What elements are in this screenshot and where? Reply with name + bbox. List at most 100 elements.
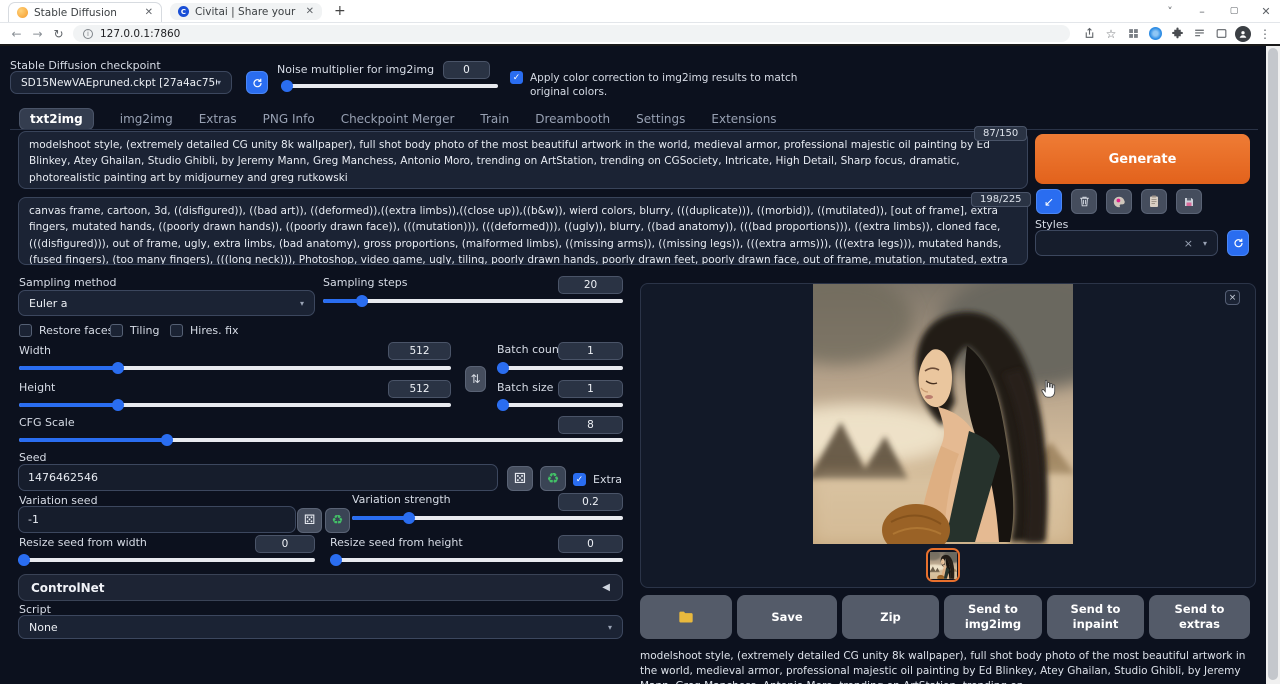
tab-checkpoint-merger[interactable]: Checkpoint Merger	[341, 112, 455, 126]
profile-avatar[interactable]	[1232, 23, 1254, 45]
random-seed-button[interactable]: ⚄	[507, 466, 533, 491]
generate-button[interactable]: Generate	[1035, 134, 1250, 184]
save-style-button[interactable]	[1176, 189, 1202, 214]
refresh-styles-button[interactable]	[1227, 230, 1249, 256]
caret-down-icon: ▾	[217, 78, 221, 87]
tab-png-info[interactable]: PNG Info	[263, 112, 315, 126]
back-icon[interactable]: ←	[6, 27, 27, 41]
variation-strength-value[interactable]: 0.2	[558, 493, 623, 511]
sampling-steps-slider[interactable]	[323, 299, 623, 303]
tab-extras[interactable]: Extras	[199, 112, 237, 126]
checkpoint-dropdown[interactable]: SD15NewVAEpruned.ckpt [27a4ac756c] ▾	[10, 71, 232, 94]
tab-close-icon[interactable]: ✕	[145, 7, 153, 18]
send-to-inpaint-button[interactable]: Send to inpaint	[1047, 595, 1144, 639]
save-button[interactable]: Save	[737, 595, 837, 639]
tab-dreambooth[interactable]: Dreambooth	[535, 112, 610, 126]
seed-input[interactable]: 1476462546	[18, 464, 498, 491]
send-to-img2img-button[interactable]: Send to img2img	[944, 595, 1042, 639]
share-icon[interactable]	[1078, 23, 1100, 45]
prompt-textarea[interactable]: modelshoot style, (extremely detailed CG…	[18, 131, 1028, 189]
sampling-method-label: Sampling method	[19, 276, 116, 289]
swap-width-height-button[interactable]: ⇅	[465, 366, 486, 392]
resize-seed-width-value[interactable]: 0	[255, 535, 315, 553]
cfg-scale-slider[interactable]	[19, 438, 623, 442]
restore-button[interactable]: ▢	[1220, 0, 1248, 22]
variation-seed-input[interactable]: -1	[18, 506, 296, 533]
tab-train[interactable]: Train	[480, 112, 509, 126]
width-value[interactable]: 512	[388, 342, 451, 360]
color-correction-checkbox[interactable]: ✓ Apply color correction to img2img resu…	[510, 71, 800, 99]
page-scrollbar[interactable]	[1266, 46, 1280, 684]
resize-seed-width-slider[interactable]	[18, 558, 315, 562]
open-folder-button[interactable]	[640, 595, 732, 639]
chevron-down-icon[interactable]: ˅	[1156, 0, 1184, 22]
scrollbar-thumb[interactable]	[1268, 48, 1278, 680]
batch-size-slider[interactable]	[497, 403, 623, 407]
negative-prompt-textarea[interactable]: canvas frame, cartoon, 3d, ((disfigured)…	[18, 197, 1028, 265]
tab-close-icon[interactable]: ✕	[306, 6, 314, 17]
extensions-puzzle-icon[interactable]	[1166, 23, 1188, 45]
new-tab-button[interactable]: +	[334, 3, 346, 19]
reuse-seed-button[interactable]: ♻	[540, 466, 566, 491]
extension-grid-icon[interactable]	[1122, 23, 1144, 45]
batch-size-value[interactable]: 1	[558, 380, 623, 398]
browser-toolbar: ← → ↻ i 127.0.0.1:7860 ☆ ⋮	[0, 23, 1280, 46]
tab-settings[interactable]: Settings	[636, 112, 685, 126]
reuse-variation-seed-button[interactable]: ♻	[325, 508, 350, 533]
height-value[interactable]: 512	[388, 380, 451, 398]
forward-icon[interactable]: →	[27, 27, 48, 41]
extension-blue-icon[interactable]	[1144, 23, 1166, 45]
noise-multiplier-value[interactable]: 0	[443, 61, 490, 79]
browser-tab-stable-diffusion[interactable]: Stable Diffusion ✕	[8, 2, 162, 22]
reload-icon[interactable]: ↻	[48, 27, 69, 41]
styles-dropdown[interactable]: × ▾	[1035, 230, 1218, 256]
gallery-thumbnail[interactable]	[926, 548, 960, 582]
clear-styles-icon[interactable]: ×	[1184, 237, 1193, 250]
tiling-checkbox[interactable]: ✓ Tiling	[110, 324, 160, 337]
resize-seed-height-slider[interactable]	[330, 558, 623, 562]
tab-img2img[interactable]: img2img	[120, 112, 173, 126]
width-label: Width	[19, 344, 51, 357]
height-slider[interactable]	[19, 403, 451, 407]
zip-button[interactable]: Zip	[842, 595, 939, 639]
random-variation-seed-button[interactable]: ⚄	[297, 508, 322, 533]
cfg-scale-value[interactable]: 8	[558, 416, 623, 434]
generated-image[interactable]	[813, 284, 1073, 544]
dice-icon: ⚄	[514, 471, 526, 487]
batch-count-slider[interactable]	[497, 366, 623, 370]
reading-list-icon[interactable]	[1188, 23, 1210, 45]
refresh-checkpoint-button[interactable]	[246, 71, 268, 94]
close-gallery-button[interactable]: ×	[1225, 290, 1240, 305]
extra-networks-button[interactable]	[1106, 189, 1132, 214]
width-slider[interactable]	[19, 366, 451, 370]
clear-prompt-button[interactable]	[1071, 189, 1097, 214]
noise-multiplier-slider[interactable]	[281, 84, 498, 88]
restore-faces-checkbox[interactable]: ✓ Restore faces	[19, 324, 113, 337]
extra-seed-checkbox[interactable]: ✓ Extra	[573, 473, 622, 486]
zip-label: Zip	[880, 610, 901, 625]
address-bar[interactable]: i 127.0.0.1:7860	[73, 25, 1070, 42]
checkbox-check-icon: ✓	[510, 71, 523, 84]
variation-seed-value: -1	[28, 513, 39, 526]
site-info-icon[interactable]: i	[83, 29, 93, 39]
hires-fix-checkbox[interactable]: ✓ Hires. fix	[170, 324, 239, 337]
browser-tab-title: Stable Diffusion	[34, 7, 135, 19]
send-to-extras-button[interactable]: Send to extras	[1149, 595, 1250, 639]
sampling-steps-value[interactable]: 20	[558, 276, 623, 294]
browser-menu-icon[interactable]: ⋮	[1254, 23, 1276, 45]
browser-tab-civitai[interactable]: C Civitai | Share your models ✕	[170, 3, 322, 20]
tab-extensions[interactable]: Extensions	[711, 112, 776, 126]
controlnet-accordion[interactable]: ControlNet ◀	[18, 574, 623, 601]
apply-style-button[interactable]	[1141, 189, 1167, 214]
paste-prompt-button[interactable]: ↙	[1036, 189, 1062, 214]
bookmark-star-icon[interactable]: ☆	[1100, 23, 1122, 45]
side-panel-icon[interactable]	[1210, 23, 1232, 45]
script-dropdown[interactable]: None ▾	[18, 615, 623, 639]
close-window-button[interactable]: ✕	[1252, 0, 1280, 22]
resize-seed-height-value[interactable]: 0	[558, 535, 623, 553]
sampling-method-dropdown[interactable]: Euler a ▾	[18, 290, 315, 316]
variation-strength-slider[interactable]	[352, 516, 623, 520]
minimize-button[interactable]: –	[1188, 0, 1216, 22]
tab-txt2img[interactable]: txt2img	[19, 108, 94, 130]
batch-count-value[interactable]: 1	[558, 342, 623, 360]
